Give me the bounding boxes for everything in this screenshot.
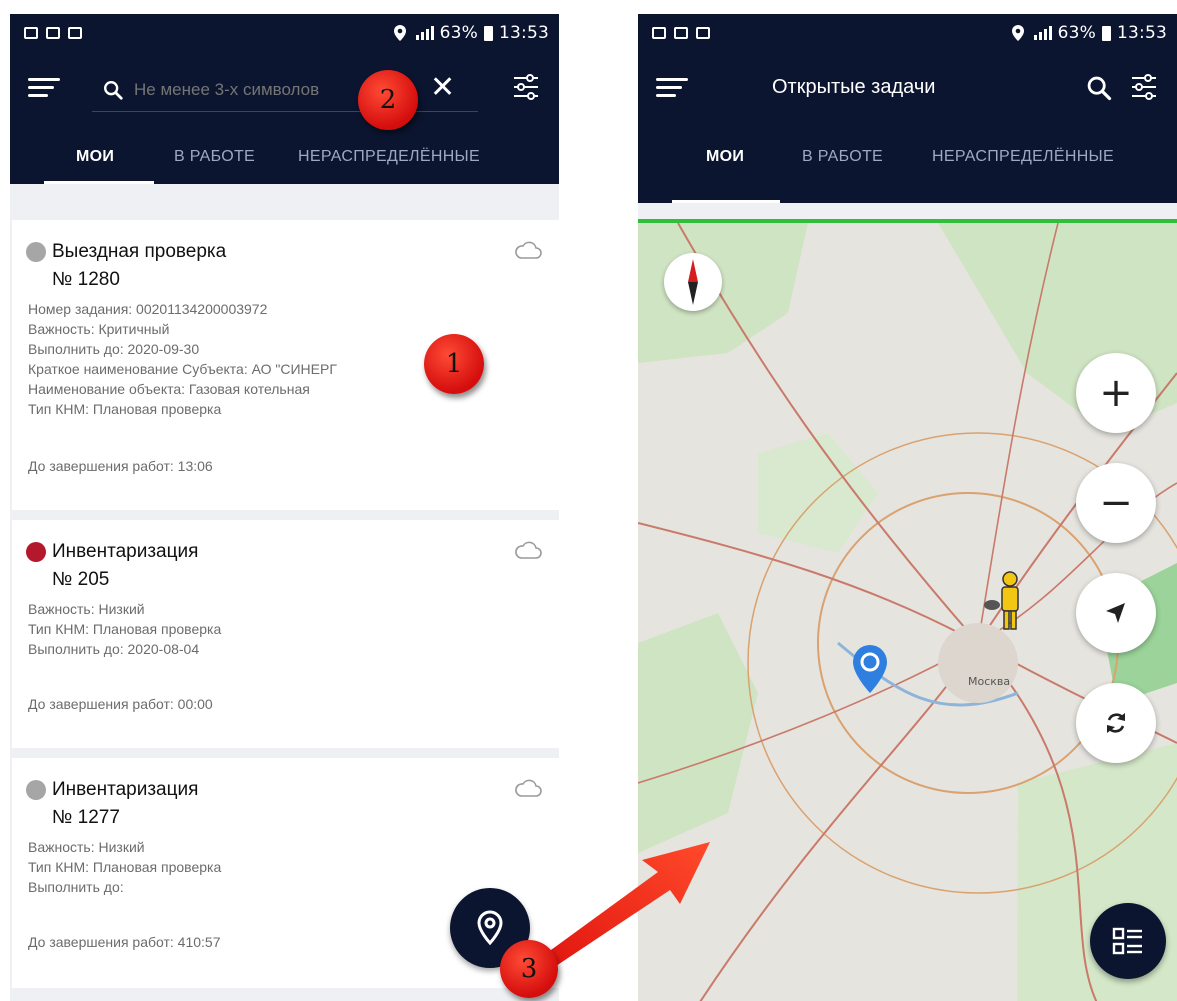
user-location-icon <box>984 571 1019 630</box>
task-detail-line: Тип КНМ: Плановая проверка <box>28 621 222 637</box>
task-detail-line: Номер задания: 00201134200003972 <box>28 301 268 317</box>
task-details: Важность: Низкий Тип КНМ: Плановая прове… <box>28 837 221 897</box>
task-detail-line: Выполнить до: 2020-08-04 <box>28 641 200 657</box>
battery-level: 63% <box>439 23 478 43</box>
task-title: Выездная проверка <box>52 241 227 262</box>
filter-settings-icon[interactable] <box>511 72 541 102</box>
screenshot-icon <box>68 27 82 39</box>
battery-icon <box>1102 25 1111 41</box>
task-number: № 1280 <box>52 269 120 290</box>
status-dot <box>26 242 46 262</box>
map-city-label: Москва <box>968 675 1011 688</box>
tab-unassigned[interactable]: НЕРАСПРЕДЕЛЁННЫЕ <box>298 148 480 166</box>
status-bar: 63% 13:53 <box>10 14 559 52</box>
active-tab-indicator <box>672 200 780 203</box>
refresh-button[interactable] <box>1076 683 1156 763</box>
zoom-in-icon: + <box>1099 370 1133 416</box>
task-detail-line: Важность: Низкий <box>28 601 145 617</box>
task-details: Важность: Низкий Тип КНМ: Плановая прове… <box>28 599 221 659</box>
annotation-marker-2: 2 <box>358 70 418 130</box>
task-number: № 1277 <box>52 807 120 828</box>
task-location-pin-icon[interactable] <box>850 643 890 695</box>
annotation-arrow <box>540 842 710 970</box>
task-details: Номер задания: 00201134200003972 Важност… <box>28 299 337 419</box>
tab-unassigned[interactable]: НЕРАСПРЕДЕЛЁННЫЕ <box>932 148 1114 166</box>
calendar-icon <box>674 27 688 39</box>
close-icon[interactable]: ✕ <box>430 73 455 103</box>
task-detail-line: Тип КНМ: Плановая проверка <box>28 401 222 417</box>
tab-bar: МОИ В РАБОТЕ НЕРАСПРЕДЕЛЁННЫЕ <box>638 126 1177 203</box>
task-title: Инвентаризация <box>52 779 199 800</box>
cloud-icon <box>515 541 542 559</box>
search-icon <box>104 80 123 100</box>
my-location-icon <box>1106 603 1125 623</box>
task-detail-line: Важность: Низкий <box>28 839 145 855</box>
refresh-icon <box>1107 713 1125 733</box>
search-bar <box>92 68 478 112</box>
tab-bar: МОИ В РАБОТЕ НЕРАСПРЕДЕЛЁННЫЕ <box>10 126 559 184</box>
annotation-marker-1: 1 <box>424 334 484 394</box>
zoom-out-icon: − <box>1099 480 1133 526</box>
menu-icon[interactable] <box>28 76 60 100</box>
app-bar: ✕ <box>10 52 559 126</box>
gallery-icon <box>24 27 38 39</box>
tab-in-progress[interactable]: В РАБОТЕ <box>802 148 883 166</box>
screenshot-icon <box>696 27 710 39</box>
tab-my[interactable]: МОИ <box>706 148 744 166</box>
status-bar: 63% 13:53 <box>638 14 1177 52</box>
status-dot <box>26 780 46 800</box>
task-card[interactable]: Инвентаризация № 205 Важность: Низкий Ти… <box>12 520 559 748</box>
clock: 13:53 <box>499 23 549 43</box>
menu-icon[interactable] <box>656 76 688 100</box>
task-list-screen: 63% 13:53 ✕ МОИ В РАБОТЕ НЕРАСПРЕДЕЛЁННЫ… <box>10 14 559 1001</box>
status-dot <box>26 542 46 562</box>
task-detail-line: Наименование объекта: Газовая котельная <box>28 381 310 397</box>
signal-icon <box>1033 26 1052 40</box>
annotation-marker-3: 3 <box>500 940 558 998</box>
battery-icon <box>484 25 493 41</box>
search-input[interactable] <box>134 79 384 100</box>
tab-in-progress[interactable]: В РАБОТЕ <box>174 148 255 166</box>
filter-settings-icon[interactable] <box>1129 72 1159 102</box>
map-pin-icon <box>477 910 503 946</box>
task-detail-line: Важность: Критичный <box>28 321 170 337</box>
time-remaining: До завершения работ: 13:06 <box>28 458 213 474</box>
active-tab-indicator <box>44 181 154 184</box>
calendar-icon <box>46 27 60 39</box>
clock: 13:53 <box>1117 23 1167 43</box>
gallery-icon <box>652 27 666 39</box>
battery-level: 63% <box>1057 23 1096 43</box>
my-location-button[interactable] <box>1076 573 1156 653</box>
zoom-in-button[interactable]: + <box>1076 353 1156 433</box>
app-bar: Открытые задачи <box>638 52 1177 126</box>
search-icon[interactable] <box>1085 74 1113 102</box>
time-remaining: До завершения работ: 410:57 <box>28 934 221 950</box>
tab-my[interactable]: МОИ <box>76 148 114 166</box>
cloud-icon <box>515 779 542 797</box>
location-icon <box>1011 25 1024 41</box>
page-title: Открытые задачи <box>772 76 936 98</box>
task-detail-line: Тип КНМ: Плановая проверка <box>28 859 222 875</box>
signal-icon <box>415 26 434 40</box>
compass-icon[interactable] <box>664 253 722 311</box>
show-list-button[interactable] <box>1090 903 1166 979</box>
task-detail-line: Выполнить до: <box>28 879 124 895</box>
task-detail-line: Краткое наименование Субъекта: АО "СИНЕР… <box>28 361 337 377</box>
task-number: № 205 <box>52 569 110 590</box>
list-icon <box>1112 927 1142 955</box>
task-title: Инвентаризация <box>52 541 199 562</box>
location-icon <box>393 25 406 41</box>
task-detail-line: Выполнить до: 2020-09-30 <box>28 341 200 357</box>
cloud-icon <box>515 241 542 259</box>
zoom-out-button[interactable]: − <box>1076 463 1156 543</box>
time-remaining: До завершения работ: 00:00 <box>28 696 213 712</box>
